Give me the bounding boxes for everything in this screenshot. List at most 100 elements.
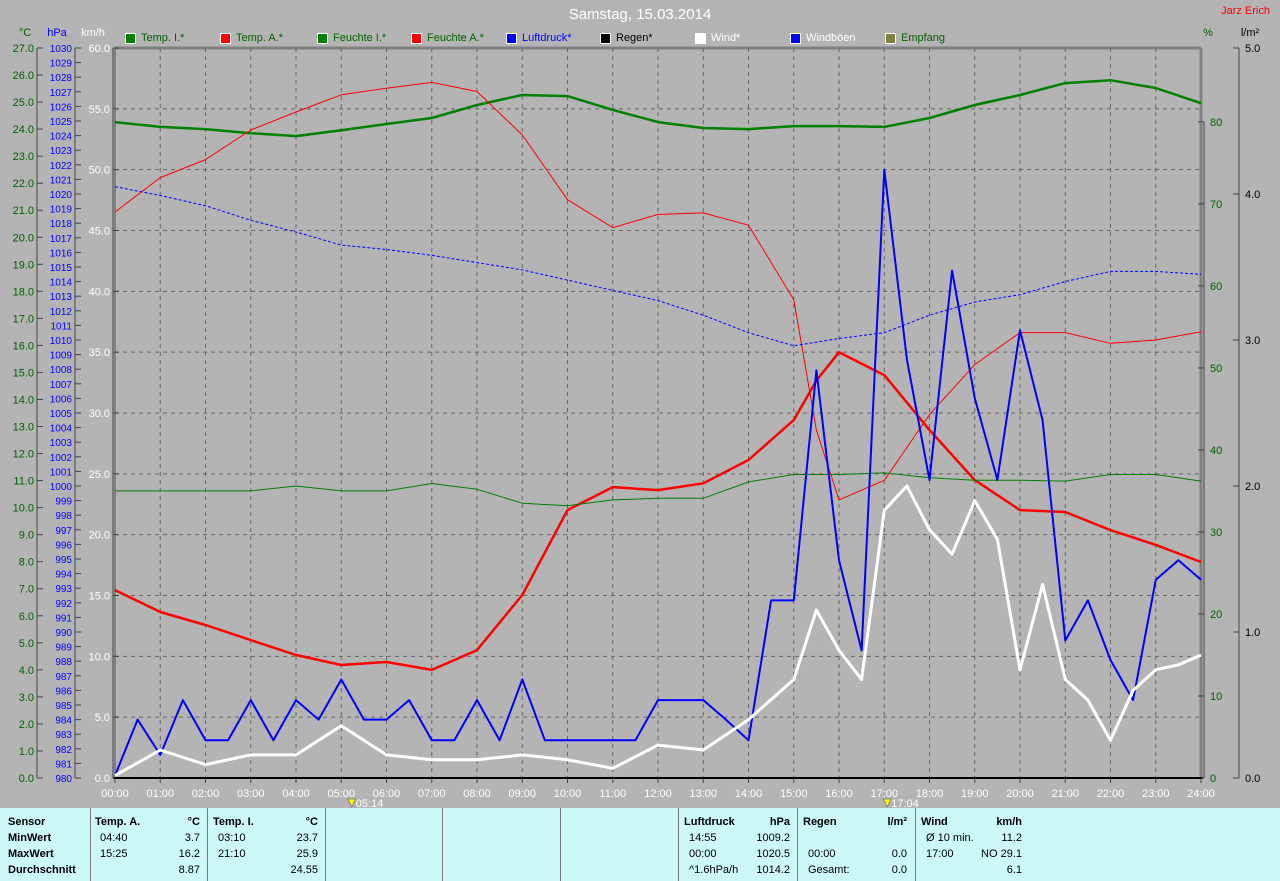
sunset-icon [882,798,893,808]
table-cell: Sensor [8,816,46,828]
celsius-tick-label: 11.0 [13,476,34,488]
x-tick-label: 04:00 [282,788,310,800]
table-cell: 17:00 [926,848,954,860]
hpa-tick-label: 988 [55,657,72,668]
table-cell: Temp. A. [95,816,141,828]
table-cell: 6.1 [1006,864,1022,876]
kmh-tick-label: 35.0 [89,347,110,359]
celsius-tick-label: 2.0 [19,719,34,731]
celsius-tick-label: 12.0 [13,449,34,461]
x-tick-label: 10:00 [554,788,582,800]
percent-axis-unit: % [1203,27,1213,39]
x-tick-label: 13:00 [689,788,717,800]
x-tick-label: 12:00 [644,788,672,800]
table-cell: Luftdruck [684,816,735,828]
x-tick-label: 15:00 [780,788,808,800]
celsius-tick-label: 20.0 [13,232,34,244]
sunrise-icon [346,798,357,808]
celsius-tick-label: 15.0 [13,367,34,379]
stats-table: Sensor MinWert MaxWert Durchschnitt Temp. A.… [0,808,1280,881]
hpa-tick-label: 993 [55,584,72,595]
table-cell: 8.87 [178,864,200,876]
kmh-tick-label: 60.0 [89,43,110,55]
table-cell: °C [187,816,200,828]
hpa-tick-label: 1012 [50,307,73,318]
hpa-tick-label: 981 [55,759,72,770]
x-tick-label: 05:00 [327,788,355,800]
kmh-tick-label: 15.0 [89,591,110,603]
rain-tick-label: 1.0 [1245,627,1260,639]
hpa-tick-label: 1020 [50,190,73,201]
celsius-tick-label: 17.0 [13,313,34,325]
hpa-tick-label: 1000 [50,482,73,493]
hpa-tick-label: 980 [55,774,72,785]
hpa-tick-label: 995 [55,555,72,566]
hpa-tick-label: 998 [55,511,72,522]
hpa-tick-label: 982 [55,745,72,756]
celsius-tick-label: 10.0 [13,503,34,515]
percent-tick-label: 20 [1210,609,1222,621]
table-cell: NO 29.1 [981,848,1022,860]
table-cell: 15:25 [100,848,128,860]
celsius-tick-label: 6.0 [19,611,34,623]
hpa-tick-label: 1024 [50,132,73,143]
x-tick-label: 01:00 [146,788,174,800]
table-cell: 1009.2 [756,832,790,844]
celsius-tick-label: 25.0 [13,97,34,109]
percent-tick-label: 80 [1210,117,1222,129]
table-divider [678,808,679,881]
percent-tick-label: 50 [1210,363,1222,375]
table-cell: 04:40 [100,832,128,844]
x-tick-label: 11:00 [599,788,626,800]
x-tick-label: 08:00 [463,788,491,800]
table-cell: 16.2 [178,848,200,860]
hpa-tick-label: 1016 [50,248,73,259]
table-cell: 00:00 [808,848,836,860]
celsius-tick-label: 5.0 [19,638,34,650]
hpa-tick-label: 1023 [50,146,73,157]
kmh-tick-label: 45.0 [89,226,110,238]
table-cell: 24.55 [290,864,318,876]
x-tick-label: 20:00 [1006,788,1034,800]
x-tick-label: 23:00 [1142,788,1170,800]
rain-tick-label: 3.0 [1245,335,1260,347]
hpa-tick-label: 1014 [50,278,73,289]
table-cell: Wind [921,816,948,828]
table-cell: l/m² [887,816,907,828]
celsius-tick-label: 3.0 [19,692,34,704]
celsius-tick-label: 16.0 [13,340,34,352]
table-divider [90,808,91,881]
hpa-tick-label: 1004 [50,424,73,435]
celsius-tick-label: 24.0 [13,124,34,136]
table-cell: 3.7 [184,832,200,844]
celsius-tick-label: 21.0 [13,205,34,217]
celsius-tick-label: 13.0 [13,422,34,434]
hpa-tick-label: 992 [55,599,72,610]
table-cell: Regen [803,816,837,828]
percent-tick-label: 70 [1210,199,1222,211]
kmh-tick-label: 0.0 [95,773,110,785]
table-cell: 23.7 [296,832,318,844]
table-cell: 03:10 [218,832,246,844]
hpa-tick-label: 1002 [50,453,73,464]
hpa-tick-label: 990 [55,628,72,639]
hpa-tick-label: 994 [55,570,72,581]
x-tick-label: 24:00 [1187,788,1215,800]
percent-tick-label: 10 [1210,691,1222,703]
hpa-tick-label: 1025 [50,117,73,128]
celsius-axis-unit: °C [19,27,31,39]
celsius-tick-label: 27.0 [13,43,34,55]
hpa-tick-label: 1021 [50,175,73,186]
table-cell: °C [305,816,318,828]
table-cell: 00:00 [689,848,717,860]
hpa-tick-label: 1003 [50,438,73,449]
hpa-tick-label: 1008 [50,365,73,376]
table-cell: 1020.5 [756,848,790,860]
percent-tick-label: 60 [1210,281,1222,293]
celsius-tick-label: 19.0 [13,259,34,271]
hpa-tick-label: 1017 [50,234,73,245]
hpa-tick-label: 986 [55,686,72,697]
x-tick-label: 14:00 [735,788,763,800]
rain-tick-label: 2.0 [1245,481,1260,493]
celsius-tick-label: 9.0 [19,530,34,542]
